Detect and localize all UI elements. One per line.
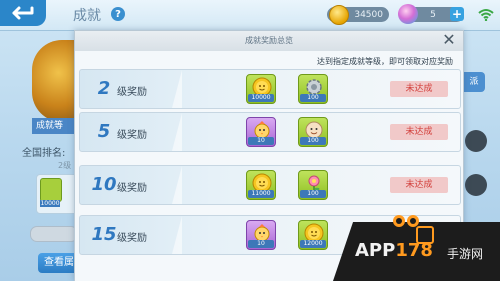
- reward-item[interactable]: 100: [298, 74, 328, 104]
- close-button[interactable]: ✕: [441, 32, 457, 48]
- row-level-number: 15: [91, 224, 117, 245]
- row-divider: [172, 70, 182, 108]
- background-round-icon: [465, 174, 487, 196]
- level-small-label: 2级: [58, 161, 72, 170]
- row-level-number: 10: [91, 174, 117, 195]
- status-badge: 未达成: [390, 124, 448, 140]
- background-coin-icon: [40, 178, 62, 202]
- reward-item[interactable]: 100: [298, 170, 328, 200]
- reward-row: 2 级奖励 10000 100 未达成: [79, 69, 461, 109]
- reward-item[interactable]: 10: [246, 220, 276, 250]
- watermark-suffix: 手游网: [447, 247, 484, 261]
- dispatch-button[interactable]: 派: [463, 72, 485, 92]
- watermark-text: APP178: [355, 240, 433, 261]
- add-gems-button[interactable]: +: [450, 7, 464, 21]
- modal-title: 成就奖励总览: [245, 36, 293, 45]
- background-toggle[interactable]: [30, 226, 78, 242]
- page-title: 成就: [73, 8, 101, 24]
- help-icon[interactable]: ?: [111, 7, 125, 21]
- reward-count: 100: [300, 190, 326, 198]
- coin-icon: [329, 5, 349, 25]
- status-badge: 未达成: [390, 81, 448, 97]
- reward-count: 11000: [248, 190, 274, 198]
- status-badge: 未达成: [390, 177, 448, 193]
- row-level-number: 2: [97, 78, 111, 99]
- reward-count: 100: [300, 137, 326, 145]
- watermark-prefix: APP: [355, 240, 396, 261]
- row-level-number: 5: [97, 121, 111, 142]
- background-reward-count: 10000: [40, 200, 60, 207]
- reward-row: 5 级奖励 10 100 未达成: [79, 112, 461, 152]
- row-divider: [172, 166, 182, 204]
- modal-hint: 达到指定成就等级，即可领取对应奖励: [317, 57, 453, 66]
- row-label: 级奖励: [117, 87, 147, 98]
- reward-item[interactable]: 10000: [246, 74, 276, 104]
- reward-item[interactable]: 12000: [298, 220, 328, 250]
- back-button[interactable]: [0, 0, 46, 26]
- wifi-icon: [478, 9, 494, 21]
- back-arrow-icon: [12, 6, 34, 20]
- reward-item[interactable]: 100: [298, 117, 328, 147]
- watermark-accent: 178: [395, 240, 433, 261]
- achievement-medal-icon: [32, 40, 76, 122]
- owl-logo-icon: [393, 215, 419, 227]
- reward-count: 10: [248, 240, 274, 248]
- reward-row: 10 级奖励 11000 100 未达成: [79, 165, 461, 205]
- reward-count: 10: [248, 137, 274, 145]
- reward-count: 10000: [248, 94, 274, 102]
- row-divider: [172, 216, 182, 254]
- reward-item[interactable]: 11000: [246, 170, 276, 200]
- background-round-icon: [465, 130, 487, 152]
- reward-count: 100: [300, 94, 326, 102]
- modal-header: 成就奖励总览 ✕: [75, 31, 463, 51]
- national-rank-label: 全国排名:: [22, 148, 66, 159]
- reward-count: 12000: [300, 240, 326, 248]
- row-divider: [172, 113, 182, 151]
- achievement-level-tag: 成就等: [32, 118, 76, 134]
- row-label: 级奖励: [117, 183, 147, 194]
- reward-item[interactable]: 10: [246, 117, 276, 147]
- top-bar: 成就 ? 34500 5 +: [0, 0, 500, 31]
- row-label: 级奖励: [117, 233, 147, 244]
- row-label: 级奖励: [117, 130, 147, 141]
- view-attributes-button[interactable]: 查看属: [38, 253, 76, 273]
- gem-icon: [398, 4, 418, 24]
